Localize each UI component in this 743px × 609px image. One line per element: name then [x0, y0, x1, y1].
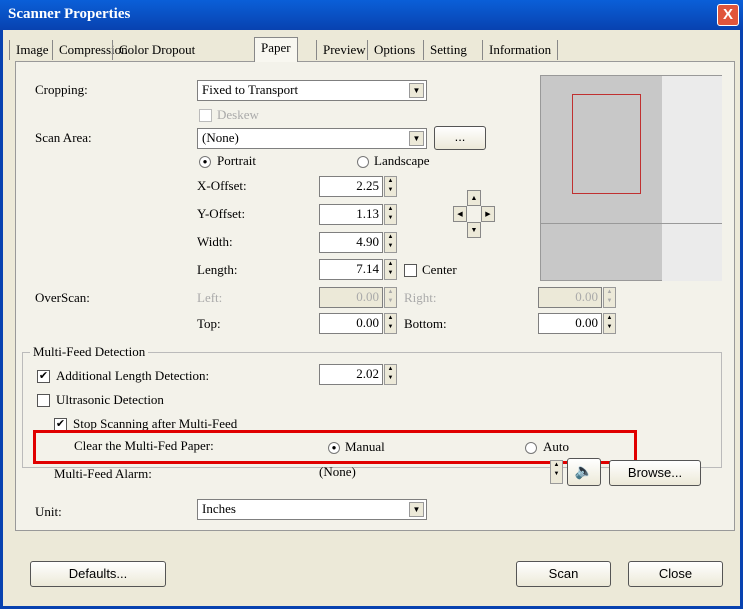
- overscan-left-spinner[interactable]: ▲ ▼: [384, 287, 397, 308]
- cropping-select[interactable]: Fixed to Transport ▼: [197, 80, 427, 101]
- tab-preview[interactable]: Preview: [316, 40, 372, 60]
- landscape-label: Landscape: [374, 153, 430, 168]
- x-offset-input[interactable]: 2.25: [319, 176, 383, 197]
- landscape-radio[interactable]: [357, 156, 369, 168]
- overscan-bottom-spinner[interactable]: ▲ ▼: [603, 313, 616, 334]
- width-input[interactable]: 4.90: [319, 232, 383, 253]
- cropping-label: Cropping:: [35, 82, 88, 97]
- window-title: Scanner Properties: [8, 6, 131, 22]
- ultrasonic-label: Ultrasonic Detection: [56, 392, 164, 407]
- additional-length-spinner[interactable]: ▲ ▼: [384, 364, 397, 385]
- highlight-box: [33, 430, 637, 464]
- tab-color-dropout[interactable]: Color Dropout: [112, 40, 201, 60]
- preview-divider: [541, 223, 722, 224]
- overscan-label: OverScan:: [35, 290, 90, 305]
- overscan-bottom-input[interactable]: 0.00: [538, 313, 602, 334]
- width-spinner[interactable]: ▲ ▼: [384, 232, 397, 253]
- y-offset-label: Y-Offset:: [197, 206, 246, 221]
- x-offset-label: X-Offset:: [197, 178, 247, 193]
- multi-feed-alarm-label: Multi-Feed Alarm:: [54, 466, 152, 481]
- unit-value: Inches: [202, 501, 236, 516]
- overscan-left-input[interactable]: 0.00: [319, 287, 383, 308]
- additional-length-input[interactable]: 2.02: [319, 364, 383, 385]
- tab-setting[interactable]: Setting: [423, 40, 473, 60]
- multi-feed-alarm-value: (None): [319, 464, 356, 479]
- y-offset-input[interactable]: 1.13: [319, 204, 383, 225]
- browse-button[interactable]: Browse...: [609, 460, 701, 486]
- alarm-spinner[interactable]: ▲ ▼: [550, 460, 563, 484]
- scan-area-more-button[interactable]: ...: [434, 126, 486, 150]
- deskew-label: Deskew: [217, 107, 259, 122]
- center-checkbox[interactable]: [404, 264, 417, 277]
- unit-select[interactable]: Inches ▼: [197, 499, 427, 520]
- overscan-top-input[interactable]: 0.00: [319, 313, 383, 334]
- scan-area-label: Scan Area:: [35, 130, 92, 145]
- scan-region-rect: [572, 94, 641, 194]
- additional-length-label: Additional Length Detection:: [56, 368, 210, 383]
- defaults-button[interactable]: Defaults...: [30, 561, 166, 587]
- tab-information[interactable]: Information: [482, 40, 559, 60]
- y-offset-spinner[interactable]: ▲ ▼: [384, 204, 397, 225]
- overscan-bottom-label: Bottom:: [404, 316, 447, 331]
- overscan-right-label: Right:: [404, 290, 437, 305]
- unit-label: Unit:: [35, 504, 62, 519]
- x-offset-spinner[interactable]: ▲ ▼: [384, 176, 397, 197]
- tab-paper[interactable]: Paper: [254, 37, 298, 62]
- move-left-button[interactable]: ◀: [453, 206, 467, 222]
- scan-button[interactable]: Scan: [516, 561, 611, 587]
- ultrasonic-checkbox[interactable]: [37, 394, 50, 407]
- close-window-button[interactable]: X: [717, 4, 739, 26]
- length-label: Length:: [197, 262, 238, 277]
- chevron-down-icon: ▼: [409, 131, 424, 146]
- scan-area-value: (None): [202, 130, 239, 145]
- scan-area-preview: [540, 75, 722, 281]
- tab-image[interactable]: Image: [9, 40, 54, 60]
- chevron-down-icon: ▼: [409, 502, 424, 517]
- move-down-button[interactable]: ▼: [467, 222, 481, 238]
- speaker-icon[interactable]: 🔈: [567, 458, 601, 486]
- title-bar: Scanner Properties: [0, 0, 743, 30]
- overscan-top-spinner[interactable]: ▲ ▼: [384, 313, 397, 334]
- center-label: Center: [422, 262, 457, 277]
- cropping-value: Fixed to Transport: [202, 82, 299, 97]
- move-right-button[interactable]: ▶: [481, 206, 495, 222]
- close-button[interactable]: Close: [628, 561, 723, 587]
- length-spinner[interactable]: ▲ ▼: [384, 259, 397, 280]
- overscan-top-label: Top:: [197, 316, 221, 331]
- scan-area-select[interactable]: (None) ▼: [197, 128, 427, 149]
- width-label: Width:: [197, 234, 233, 249]
- tab-options[interactable]: Options: [367, 40, 421, 60]
- overscan-right-spinner[interactable]: ▲ ▼: [603, 287, 616, 308]
- overscan-right-input[interactable]: 0.00: [538, 287, 602, 308]
- length-input[interactable]: 7.14: [319, 259, 383, 280]
- additional-length-checkbox[interactable]: ✔: [37, 370, 50, 383]
- portrait-radio[interactable]: ●: [199, 156, 211, 168]
- overscan-left-label: Left:: [197, 290, 223, 305]
- multi-feed-title: Multi-Feed Detection: [30, 344, 149, 360]
- preview-margin: [662, 76, 722, 281]
- chevron-down-icon: ▼: [409, 83, 424, 98]
- portrait-label: Portrait: [217, 153, 256, 168]
- move-up-button[interactable]: ▲: [467, 190, 481, 206]
- deskew-checkbox[interactable]: [199, 109, 212, 122]
